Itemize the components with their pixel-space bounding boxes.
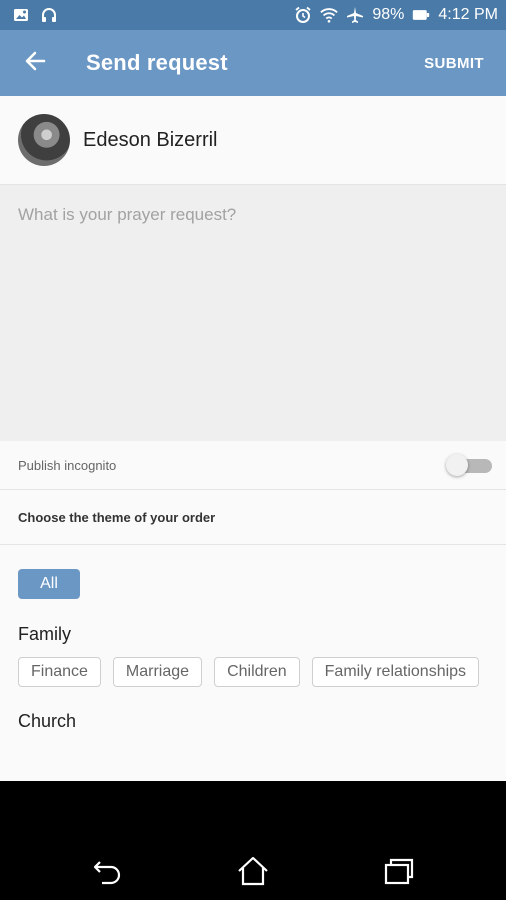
battery-icon [412, 6, 430, 24]
chip-family-relationships[interactable]: Family relationships [311, 657, 480, 687]
back-button[interactable] [0, 30, 70, 96]
chip-finance[interactable]: Finance [18, 657, 101, 687]
incognito-label: Publish incognito [18, 457, 117, 473]
nav-home-button[interactable] [233, 853, 273, 893]
recents-icon [383, 856, 415, 891]
airplane-icon [346, 6, 364, 24]
main-content: Edeson Bizerril What is your prayer requ… [0, 96, 506, 781]
status-bar-right: 98% 4:12 PM [294, 6, 498, 24]
status-bar-left [12, 6, 58, 24]
incognito-toggle[interactable] [446, 453, 492, 477]
submit-button[interactable]: SUBMIT [424, 55, 484, 72]
theme-chips-section: All Family Finance Marriage Children Fam… [0, 545, 506, 732]
home-icon [237, 855, 269, 892]
group-title-church: Church [18, 711, 77, 731]
all-chip[interactable]: All [18, 569, 80, 599]
chip-children[interactable]: Children [214, 657, 300, 687]
headphones-icon [40, 6, 58, 24]
nav-recents-button[interactable] [379, 853, 419, 893]
app-bar: Send request SUBMIT [0, 30, 506, 96]
theme-row: Choose the theme of your order [0, 490, 506, 545]
image-icon [12, 6, 30, 24]
battery-percentage: 98% [372, 6, 405, 23]
group-title-family: Family [18, 624, 71, 644]
page-title: Send request [86, 50, 228, 75]
prayer-request-input[interactable]: What is your prayer request? [0, 185, 506, 441]
status-time: 4:12 PM [438, 6, 498, 23]
toggle-thumb [446, 454, 468, 476]
alarm-icon [294, 6, 312, 24]
incognito-row: Publish incognito [0, 441, 506, 490]
avatar [18, 114, 70, 166]
arrow-back-icon [24, 50, 46, 77]
chip-marriage[interactable]: Marriage [112, 657, 203, 687]
user-name: Edeson Bizerril [83, 128, 218, 151]
prayer-request-placeholder: What is your prayer request? [18, 205, 237, 224]
user-row: Edeson Bizerril [0, 96, 506, 185]
family-chips: Finance Marriage Children Family relatio… [18, 657, 488, 687]
nav-back-button[interactable] [88, 853, 128, 893]
nav-back-icon [92, 856, 124, 891]
status-bar: 98% 4:12 PM [0, 0, 506, 30]
wifi-icon [320, 6, 339, 24]
system-nav-bar [0, 781, 506, 900]
theme-label: Choose the theme of your order [18, 509, 216, 525]
